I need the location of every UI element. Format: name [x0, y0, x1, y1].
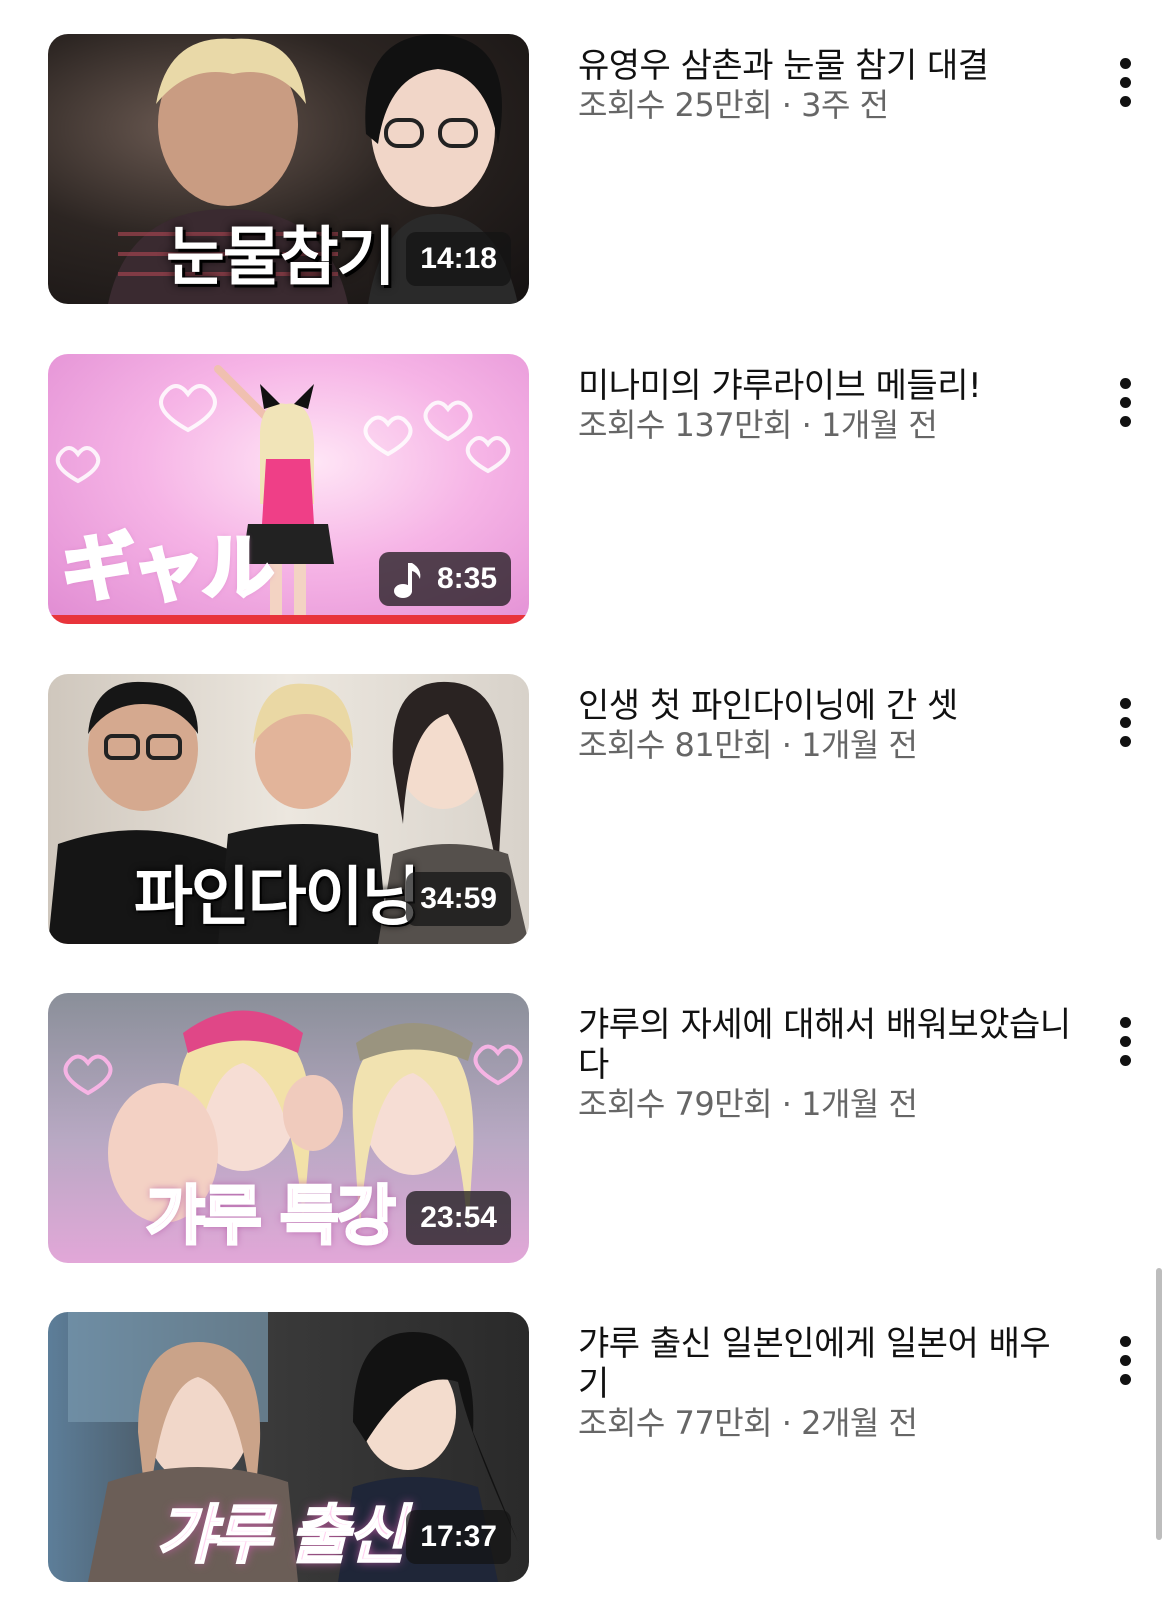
video-info: 갸루 출신 일본인에게 일본어 배우기 조회수 77만회 · 2개월 전 — [578, 1312, 1078, 1442]
video-info: 인생 첫 파인다이닝에 간 셋 조회수 81만회 · 1개월 전 — [578, 674, 1078, 764]
video-item[interactable]: 파인다이닝 34:59 인생 첫 파인다이닝에 간 셋 조회수 81만회 · 1… — [0, 674, 1170, 944]
music-note-icon — [393, 563, 421, 598]
video-item[interactable]: 갸루 출신 17:37 갸루 출신 일본인에게 일본어 배우기 조회수 77만회… — [0, 1312, 1170, 1582]
more-options-icon[interactable] — [1106, 698, 1146, 754]
duration-label: 14:18 — [420, 242, 497, 275]
video-meta: 조회수 137만회 · 1개월 전 — [578, 406, 938, 444]
video-info: 갸루의 자세에 대해서 배워보았습니다 조회수 79만회 · 1개월 전 — [578, 993, 1078, 1123]
duration-label: 17:37 — [420, 1520, 497, 1553]
video-thumbnail[interactable]: 파인다이닝 34:59 — [48, 674, 529, 944]
video-meta: 조회수 77만회 · 2개월 전 — [578, 1404, 918, 1442]
duration-badge: 23:54 — [406, 1191, 511, 1245]
scrollbar[interactable] — [1156, 1268, 1162, 1540]
duration-badge: 8:35 — [378, 552, 511, 606]
video-thumbnail[interactable]: ギャル 8:35 — [48, 354, 529, 624]
more-options-icon[interactable] — [1106, 1336, 1146, 1392]
video-title[interactable]: 유영우 삼촌과 눈물 참기 대결 — [578, 46, 1078, 86]
more-options-icon[interactable] — [1106, 1017, 1146, 1073]
video-title[interactable]: 갸루 출신 일본인에게 일본어 배우기 — [578, 1324, 1078, 1404]
more-options-icon[interactable] — [1106, 58, 1146, 114]
video-info: 미나미의 갸루라이브 메들리! 조회수 137만회 · 1개월 전 — [578, 354, 1078, 444]
video-thumbnail[interactable]: 갸루 특강 23:54 — [48, 993, 529, 1263]
duration-label: 23:54 — [420, 1201, 497, 1234]
video-meta: 조회수 79만회 · 1개월 전 — [578, 1085, 918, 1123]
video-thumbnail[interactable]: 눈물참기 14:18 — [48, 34, 529, 304]
video-info: 유영우 삼촌과 눈물 참기 대결 조회수 25만회 · 3주 전 — [578, 34, 1078, 124]
video-item[interactable]: 눈물참기 14:18 유영우 삼촌과 눈물 참기 대결 조회수 25만회 · 3… — [0, 34, 1170, 304]
video-title[interactable]: 미나미의 갸루라이브 메들리! — [578, 366, 1078, 406]
video-thumbnail[interactable]: 갸루 출신 17:37 — [48, 1312, 529, 1582]
watch-progress-bar — [48, 615, 529, 624]
video-title[interactable]: 갸루의 자세에 대해서 배워보았습니다 — [578, 1005, 1078, 1085]
duration-label: 8:35 — [436, 562, 497, 595]
video-title[interactable]: 인생 첫 파인다이닝에 간 셋 — [578, 686, 1078, 726]
duration-badge: 17:37 — [406, 1510, 511, 1564]
duration-badge: 14:18 — [406, 232, 511, 286]
video-meta: 조회수 25만회 · 3주 전 — [578, 86, 889, 124]
video-meta: 조회수 81만회 · 1개월 전 — [578, 726, 918, 764]
video-item[interactable]: ギャル 8:35 미나미의 갸루라이브 메들리! 조회수 137만회 · 1개월… — [0, 354, 1170, 624]
more-options-icon[interactable] — [1106, 378, 1146, 434]
duration-label: 34:59 — [420, 882, 497, 915]
video-item[interactable]: 갸루 특강 23:54 갸루의 자세에 대해서 배워보았습니다 조회수 79만회… — [0, 993, 1170, 1263]
duration-badge: 34:59 — [406, 872, 511, 926]
